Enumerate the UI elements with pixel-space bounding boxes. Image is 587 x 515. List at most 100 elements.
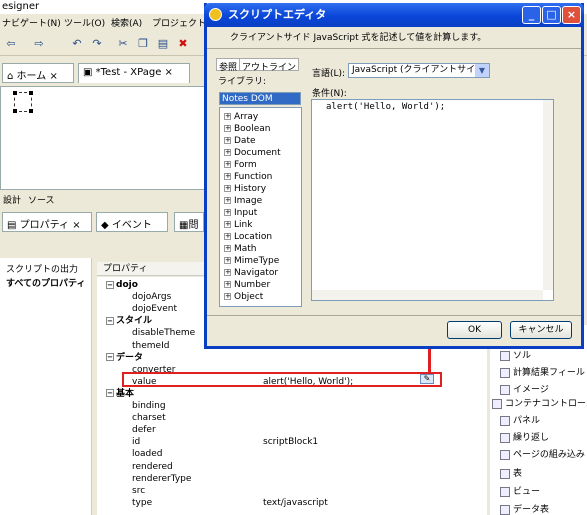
category-script-output[interactable]: スクリプトの出力 [6, 262, 78, 275]
cancel-button[interactable]: キャンセル [510, 321, 572, 339]
tree-item[interactable]: + Document [224, 148, 281, 158]
property-value[interactable]: text/javascript [263, 497, 328, 509]
expand-icon[interactable]: + [224, 185, 231, 192]
collapse-icon[interactable]: − [106, 316, 114, 325]
property-name[interactable]: loaded [132, 448, 163, 460]
category-all-properties[interactable]: すべてのプロパティ [6, 276, 85, 289]
tree-item[interactable]: + Location [224, 232, 272, 242]
maximize-button[interactable]: □ [542, 6, 561, 24]
tree-item[interactable]: + Navigator [224, 268, 278, 278]
palette-item[interactable]: コンテナコントロール [492, 396, 587, 409]
palette-item[interactable]: イメージ [500, 382, 549, 395]
delete-icon[interactable]: ✖ [176, 37, 190, 50]
expand-icon[interactable]: + [224, 161, 231, 168]
property-category[interactable]: − スタイル [106, 315, 152, 327]
tree-item[interactable]: + Object [224, 292, 263, 302]
tree-item[interactable]: + Form [224, 160, 257, 170]
tree-item[interactable]: + Function [224, 172, 272, 182]
close-icon[interactable]: × [72, 220, 80, 231]
tab-problems[interactable]: ▦問 [174, 212, 204, 232]
property-category[interactable]: − dojo [106, 279, 138, 291]
close-icon[interactable]: × [49, 71, 57, 82]
expand-icon[interactable]: + [224, 293, 231, 300]
expand-icon[interactable]: + [224, 197, 231, 204]
horizontal-scrollbar[interactable] [312, 290, 543, 300]
property-category[interactable]: − 基本 [106, 388, 134, 400]
tab-source[interactable]: ソース [28, 193, 55, 206]
menu-search[interactable]: 検索(A) [111, 16, 142, 29]
chevron-down-icon[interactable]: ▼ [475, 64, 489, 77]
tab-events[interactable]: ◆ イベント [96, 212, 168, 232]
tab-design[interactable]: 設計 [3, 193, 21, 206]
tab-home[interactable]: ⌂ ホーム × [2, 63, 74, 83]
library-select[interactable]: Notes DOM [219, 92, 301, 105]
undo-icon[interactable]: ↶ [70, 37, 84, 50]
menu-tools[interactable]: ツール(O) [64, 16, 105, 29]
expand-icon[interactable]: + [224, 137, 231, 144]
tree-item[interactable]: + MimeType [224, 256, 279, 266]
expand-icon[interactable]: + [224, 173, 231, 180]
script-code[interactable]: alert('Hello, World'); [326, 102, 445, 112]
palette-item[interactable]: ビュー [500, 484, 540, 497]
tree-item[interactable]: + Date [224, 136, 256, 146]
property-value[interactable]: scriptBlock1 [263, 436, 318, 448]
property-name[interactable]: src [132, 485, 145, 497]
expand-icon[interactable]: + [224, 221, 231, 228]
property-name[interactable]: dojoArgs [132, 291, 171, 303]
expand-icon[interactable]: + [224, 209, 231, 216]
palette-item[interactable]: 繰り返し [500, 430, 549, 443]
menu-navigate[interactable]: ナビゲート(N) [2, 16, 61, 29]
collapse-icon[interactable]: − [106, 389, 114, 398]
script-block-control[interactable] [13, 91, 33, 113]
property-name[interactable]: charset [132, 412, 166, 424]
palette-item[interactable]: 計算結果フィール [500, 365, 585, 378]
property-name[interactable]: binding [132, 400, 166, 412]
copy-icon[interactable]: ❐ [136, 37, 150, 50]
palette-item[interactable]: データ表 [500, 502, 549, 515]
palette-item[interactable]: ソル [500, 348, 531, 361]
expand-icon[interactable]: + [224, 245, 231, 252]
tab-reference[interactable]: 参照 [216, 58, 241, 73]
tree-item[interactable]: + Array [224, 112, 258, 122]
tree-item[interactable]: + History [224, 184, 266, 194]
property-name[interactable]: id [132, 436, 140, 448]
forward-icon[interactable]: ⇨ [32, 37, 46, 50]
cut-icon[interactable]: ✂ [116, 37, 130, 50]
tree-item[interactable]: + Math [224, 244, 257, 254]
tab-properties[interactable]: ▤ プロパティ × [2, 212, 92, 232]
redo-icon[interactable]: ↷ [90, 37, 104, 50]
palette-item[interactable]: ページの組み込み [500, 447, 585, 460]
palette-item[interactable]: パネル [500, 413, 540, 426]
close-button[interactable]: × [562, 6, 581, 24]
expand-icon[interactable]: + [224, 125, 231, 132]
tab-xpage[interactable]: ▣ *Test - XPage × [78, 63, 190, 83]
script-edit-button[interactable]: ✎ [420, 374, 434, 384]
expand-icon[interactable]: + [224, 233, 231, 240]
property-name[interactable]: defer [132, 424, 156, 436]
property-category[interactable]: − データ [106, 352, 143, 364]
property-name[interactable]: type [132, 497, 152, 509]
collapse-icon[interactable]: − [106, 280, 114, 289]
expand-icon[interactable]: + [224, 257, 231, 264]
tree-item[interactable]: + Number [224, 280, 270, 290]
tab-outline[interactable]: アウトライン [239, 58, 300, 73]
palette-item[interactable]: 表 [500, 466, 522, 479]
tree-item[interactable]: + Boolean [224, 124, 270, 134]
tree-item[interactable]: + Image [224, 196, 262, 206]
script-editor[interactable] [311, 99, 554, 301]
expand-icon[interactable]: + [224, 149, 231, 156]
property-name[interactable]: themeId [132, 340, 169, 352]
property-name[interactable]: rendererType [132, 473, 191, 485]
ok-button[interactable]: OK [447, 321, 502, 339]
paste-icon[interactable]: ▤ [156, 37, 170, 50]
expand-icon[interactable]: + [224, 281, 231, 288]
property-name[interactable]: rendered [132, 461, 173, 473]
back-icon[interactable]: ⇦ [4, 37, 18, 50]
language-select[interactable]: JavaScript (クライアントサイド) ▼ [348, 63, 490, 78]
property-name[interactable]: disableTheme [132, 327, 195, 339]
vertical-scrollbar[interactable] [543, 100, 553, 290]
expand-icon[interactable]: + [224, 269, 231, 276]
close-icon[interactable]: × [165, 67, 173, 78]
tree-item[interactable]: + Link [224, 220, 252, 230]
minimize-button[interactable]: _ [522, 6, 541, 24]
